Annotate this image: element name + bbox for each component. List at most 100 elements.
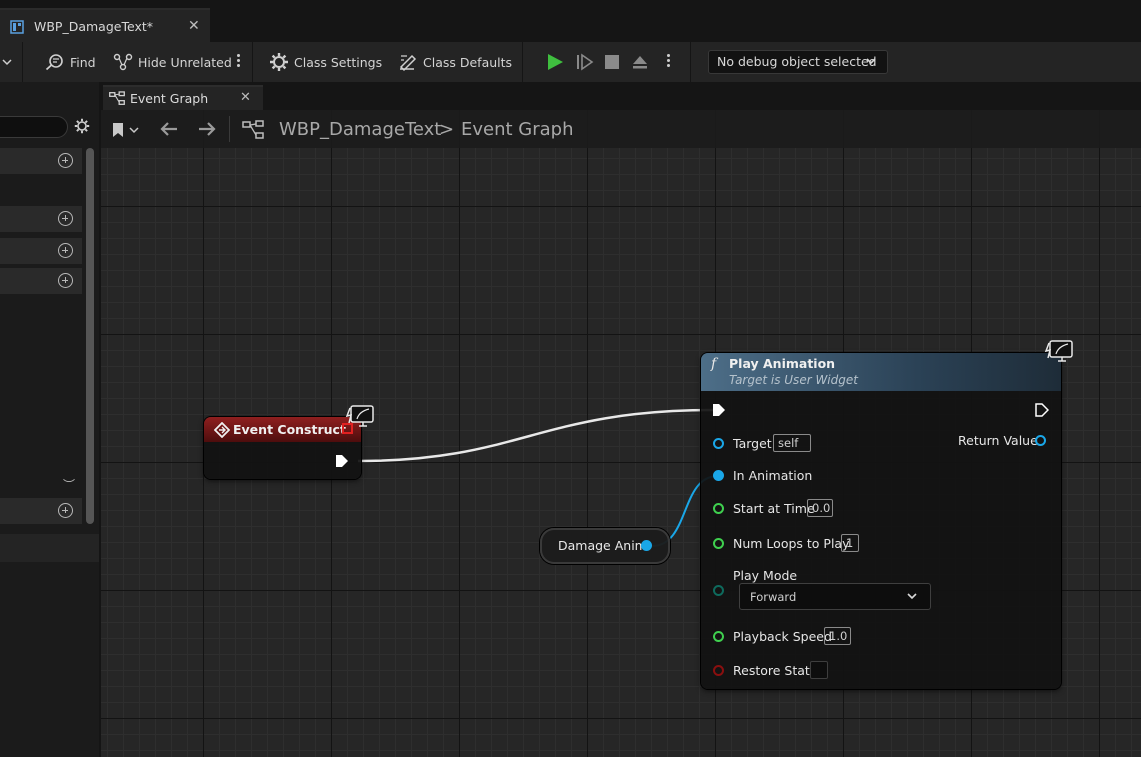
num-loops-label: Num Loops to Play (733, 536, 850, 551)
close-icon[interactable]: ✕ (188, 18, 200, 34)
my-blueprint-panel: ︶ (0, 82, 99, 757)
play-mode-select[interactable]: Forward (739, 583, 931, 610)
playback-speed-value[interactable]: 1.0 (824, 627, 851, 645)
back-arrow-icon[interactable] (159, 121, 179, 137)
stop-icon[interactable] (604, 54, 620, 70)
asset-tab-label: WBP_DamageText* (34, 19, 154, 34)
play-mode-label: Play Mode (733, 568, 798, 583)
tab-event-graph-label: Event Graph (130, 91, 209, 106)
restore-state-checkbox[interactable] (810, 661, 828, 679)
play-animation-node[interactable]: f Play Animation Target is User Widget T… (701, 353, 1061, 689)
function-icon: f (711, 356, 717, 372)
return-value-pin[interactable] (1035, 435, 1046, 446)
restore-state-pin[interactable] (713, 665, 724, 676)
graph-icon (242, 120, 264, 139)
search-input[interactable] (0, 116, 68, 138)
class-defaults-label: Class Defaults (423, 54, 513, 70)
blueprint-icon (10, 20, 24, 34)
toolbar-separator (252, 42, 253, 82)
asset-tab-wbp-damagetext[interactable]: WBP_DamageText* ✕ (0, 8, 210, 42)
scrollbar[interactable] (86, 148, 94, 524)
add-icon[interactable] (58, 153, 73, 168)
client-only-icon (1044, 340, 1073, 362)
more-options-icon[interactable] (235, 52, 241, 72)
event-icon (214, 422, 230, 438)
play-mode-pin[interactable] (713, 585, 724, 596)
collapse-chevron-icon[interactable]: ︶ (63, 476, 75, 493)
chevron-down-icon (866, 58, 876, 65)
exec-out-pin[interactable] (335, 454, 349, 468)
playback-speed-label: Playback Speed (733, 629, 832, 644)
breadcrumb-root[interactable]: WBP_DamageText (279, 119, 441, 140)
add-icon[interactable] (58, 211, 73, 226)
section-header-row[interactable] (0, 148, 82, 174)
header-separator (229, 116, 230, 142)
step-icon[interactable] (575, 53, 595, 71)
node-graph-icon (113, 53, 133, 71)
num-loops-value[interactable]: 1 (841, 534, 859, 552)
graph-icon (109, 91, 125, 105)
graph-header: WBP_DamageText > Event Graph (101, 110, 1141, 148)
class-defaults-icon (399, 54, 417, 72)
find-label: Find (70, 54, 96, 70)
toolbar-separator (22, 42, 23, 82)
add-icon[interactable] (58, 503, 73, 518)
restore-state-label: Restore State (733, 663, 818, 678)
add-icon[interactable] (58, 243, 73, 258)
play-mode-value: Forward (750, 590, 797, 604)
play-animation-subtitle: Target is User Widget (729, 373, 858, 387)
target-value[interactable]: self (773, 434, 811, 452)
hide-unrelated-label: Hide Unrelated (138, 54, 232, 70)
damage-anim-out-pin[interactable] (641, 540, 652, 551)
start-at-time-label: Start at Time (733, 501, 815, 516)
in-animation-label: In Animation (733, 468, 813, 483)
play-options-icon[interactable] (665, 52, 671, 72)
chevron-down-icon (907, 593, 917, 600)
toolbar-separator (690, 42, 691, 82)
chevron-down-icon[interactable] (129, 126, 139, 134)
play-animation-title: Play Animation (729, 356, 836, 371)
chevron-down-icon[interactable] (2, 57, 12, 67)
gear-icon[interactable] (74, 118, 90, 134)
tab-event-graph[interactable]: Event Graph ✕ (103, 85, 263, 110)
breadcrumb-current: Event Graph (461, 119, 574, 140)
section-header-row[interactable] (0, 238, 82, 264)
gear-icon (270, 53, 288, 71)
start-at-time-value[interactable]: 0.0 (807, 499, 833, 517)
client-only-icon (345, 405, 374, 427)
damage-anim-variable-node[interactable]: Damage Anim (540, 528, 670, 564)
playback-speed-pin[interactable] (713, 631, 724, 642)
forward-arrow-icon[interactable] (197, 121, 217, 137)
event-construct-node[interactable]: Event Construct (204, 417, 361, 479)
bookmark-icon[interactable] (111, 122, 125, 138)
exec-in-pin[interactable] (712, 403, 726, 417)
panel-footer (0, 534, 99, 562)
num-loops-pin[interactable] (713, 538, 724, 549)
section-header-row[interactable] (0, 498, 82, 524)
toolbar-separator (522, 42, 523, 82)
eject-icon[interactable] (631, 54, 649, 70)
debug-object-value: No debug object selected (717, 54, 877, 69)
class-settings-button[interactable]: Class Settings (269, 52, 382, 72)
exec-out-pin[interactable] (1035, 403, 1049, 417)
hide-unrelated-button[interactable]: Hide Unrelated (113, 52, 232, 72)
in-animation-pin[interactable] (713, 470, 724, 481)
damage-anim-label: Damage Anim (558, 538, 647, 553)
debug-object-select[interactable]: No debug object selected (708, 50, 888, 74)
find-button[interactable]: Find (45, 52, 96, 72)
event-construct-title: Event Construct (233, 422, 346, 437)
play-icon[interactable] (545, 53, 565, 71)
toolbar: Find Hide Unrelated Class Settings Class… (0, 42, 1141, 82)
section-header-row[interactable] (0, 206, 82, 232)
class-defaults-button[interactable]: Class Defaults (398, 52, 512, 72)
target-pin[interactable] (713, 438, 724, 449)
start-at-time-pin[interactable] (713, 503, 724, 514)
close-icon[interactable]: ✕ (240, 90, 251, 105)
asset-tab-bar: WBP_DamageText* ✕ (0, 8, 1141, 42)
class-settings-label: Class Settings (294, 54, 383, 70)
find-icon (45, 54, 63, 71)
target-label: Target (733, 436, 772, 451)
breadcrumb-separator: > (439, 119, 455, 140)
add-icon[interactable] (58, 273, 73, 288)
section-header-row[interactable] (0, 268, 82, 294)
